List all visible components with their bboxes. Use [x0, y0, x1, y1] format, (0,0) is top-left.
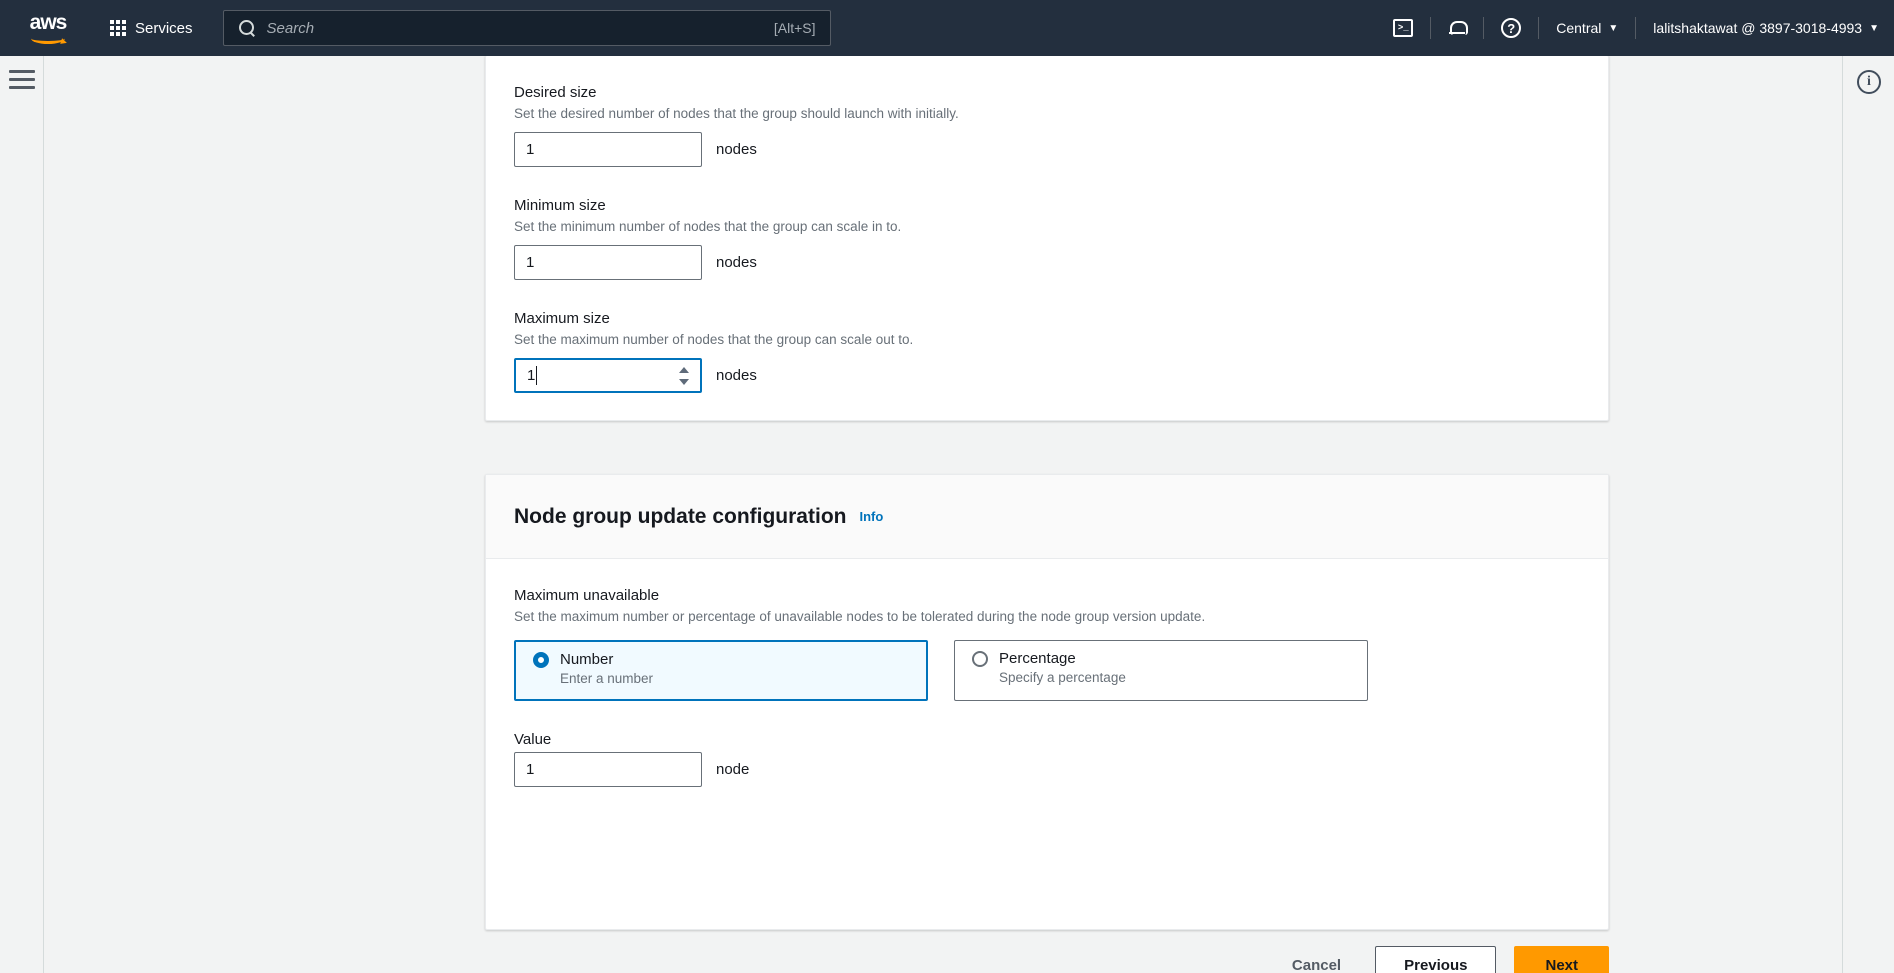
maximum-size-input[interactable]: [514, 358, 702, 393]
maximum-unavailable-field: Maximum unavailable Set the maximum numb…: [514, 587, 1580, 701]
help-button[interactable]: ?: [1486, 0, 1536, 56]
search-icon: [238, 19, 256, 37]
desired-size-label: Desired size: [514, 84, 597, 101]
node-group-update-configuration-card: Node group update configuration Info Max…: [485, 474, 1609, 930]
wizard-footer-actions: Cancel Previous Next: [485, 946, 1609, 973]
minimum-size-description: Set the minimum number of nodes that the…: [514, 219, 902, 234]
radio-tile-number[interactable]: Number Enter a number: [514, 640, 928, 701]
info-link[interactable]: Info: [859, 509, 883, 524]
desired-size-unit: nodes: [716, 141, 757, 158]
cancel-button[interactable]: Cancel: [1276, 948, 1357, 973]
value-unit: node: [716, 761, 750, 778]
top-navigation-bar: aws Services Search [Alt+S] >_ ? Central…: [0, 0, 1894, 56]
hamburger-icon[interactable]: [9, 70, 35, 94]
radio-button-number[interactable]: [533, 651, 549, 668]
nav-right-group: >_ ? Central ▼ lalitshaktawat @ 3897-301…: [1378, 0, 1894, 56]
minimum-size-label: Minimum size: [514, 197, 606, 214]
nav-divider: [1483, 17, 1485, 39]
left-navigation-rail: [0, 56, 44, 973]
value-field: Value node: [514, 731, 1580, 787]
aws-logo[interactable]: aws: [18, 10, 78, 44]
minimum-size-field: Minimum size Set the minimum number of n…: [514, 197, 1580, 280]
radio-tile-percentage-title: Percentage: [999, 650, 1076, 667]
stepper-down-icon[interactable]: [679, 379, 689, 385]
main-content: Desired size Set the desired number of n…: [45, 56, 1842, 973]
grid-icon: [110, 20, 126, 36]
stepper-arrows-icon[interactable]: [678, 367, 690, 385]
cloudshell-button[interactable]: >_: [1378, 0, 1428, 56]
cloudshell-icon: >_: [1393, 19, 1414, 37]
maximum-unavailable-label: Maximum unavailable: [514, 587, 660, 604]
chevron-down-icon: ▼: [1608, 22, 1619, 34]
nav-divider: [1635, 17, 1637, 39]
group-size-card: Desired size Set the desired number of n…: [485, 56, 1609, 421]
next-button[interactable]: Next: [1514, 946, 1609, 973]
services-menu-label: Services: [135, 19, 193, 37]
maximum-size-spinner: [514, 358, 702, 393]
stepper-up-icon[interactable]: [679, 367, 689, 373]
minimum-size-input[interactable]: [514, 245, 702, 280]
value-input-row: node: [514, 752, 1580, 787]
right-help-rail: i: [1842, 56, 1894, 973]
desired-size-input[interactable]: [514, 132, 702, 167]
value-input[interactable]: [514, 752, 702, 787]
maximum-size-description: Set the maximum number of nodes that the…: [514, 332, 914, 347]
radio-tile-percentage-subtitle: Specify a percentage: [999, 670, 1126, 685]
desired-size-input-row: nodes: [514, 132, 1580, 167]
notifications-button[interactable]: [1433, 0, 1481, 56]
update-card-body: Maximum unavailable Set the maximum numb…: [486, 559, 1608, 815]
nav-divider: [1538, 17, 1540, 39]
question-mark-icon: ?: [1501, 18, 1522, 38]
maximum-size-field: Maximum size Set the maximum number of n…: [514, 310, 1580, 393]
bell-icon: [1448, 18, 1469, 38]
maximum-size-unit: nodes: [716, 367, 757, 384]
radio-tile-percentage-row: Percentage: [972, 650, 1353, 667]
minimum-size-unit: nodes: [716, 254, 757, 271]
account-label: lalitshaktawat @ 3897-3018-4993: [1653, 20, 1863, 36]
search-placeholder: Search: [266, 19, 315, 37]
desired-size-description: Set the desired number of nodes that the…: [514, 106, 959, 121]
update-card-title: Node group update configuration: [514, 504, 847, 528]
update-card-header: Node group update configuration Info: [486, 475, 1608, 559]
account-menu[interactable]: lalitshaktawat @ 3897-3018-4993 ▼: [1638, 0, 1894, 56]
radio-tile-number-title: Number: [560, 651, 614, 668]
maximum-unavailable-description: Set the maximum number or percentage of …: [514, 609, 1206, 624]
group-size-card-body: Desired size Set the desired number of n…: [486, 56, 1608, 421]
services-menu-button[interactable]: Services: [104, 0, 199, 56]
maximum-size-label: Maximum size: [514, 310, 610, 327]
aws-logo-smile: [31, 33, 65, 44]
aws-logo-text: aws: [29, 10, 68, 34]
radio-tile-number-subtitle: Enter a number: [560, 671, 654, 686]
radio-tile-number-row: Number: [533, 651, 912, 668]
desired-size-field: Desired size Set the desired number of n…: [514, 84, 1580, 167]
chevron-down-icon: ▼: [1869, 22, 1879, 34]
radio-button-percentage[interactable]: [972, 650, 988, 667]
search-input[interactable]: Search [Alt+S]: [222, 10, 831, 46]
value-label: Value: [514, 731, 552, 748]
search-shortcut-hint: [Alt+S]: [773, 20, 816, 36]
previous-button[interactable]: Previous: [1375, 946, 1497, 973]
region-selector[interactable]: Central ▼: [1541, 0, 1633, 56]
text-cursor: [536, 366, 537, 385]
minimum-size-input-row: nodes: [514, 245, 1580, 280]
maximum-size-input-row: nodes: [514, 358, 1580, 393]
radio-tile-percentage[interactable]: Percentage Specify a percentage: [954, 640, 1368, 701]
nav-divider: [1430, 17, 1432, 39]
info-icon[interactable]: i: [1857, 70, 1881, 94]
maximum-unavailable-radio-group: Number Enter a number Percentage Specify…: [514, 640, 1580, 701]
region-label: Central: [1556, 20, 1602, 36]
